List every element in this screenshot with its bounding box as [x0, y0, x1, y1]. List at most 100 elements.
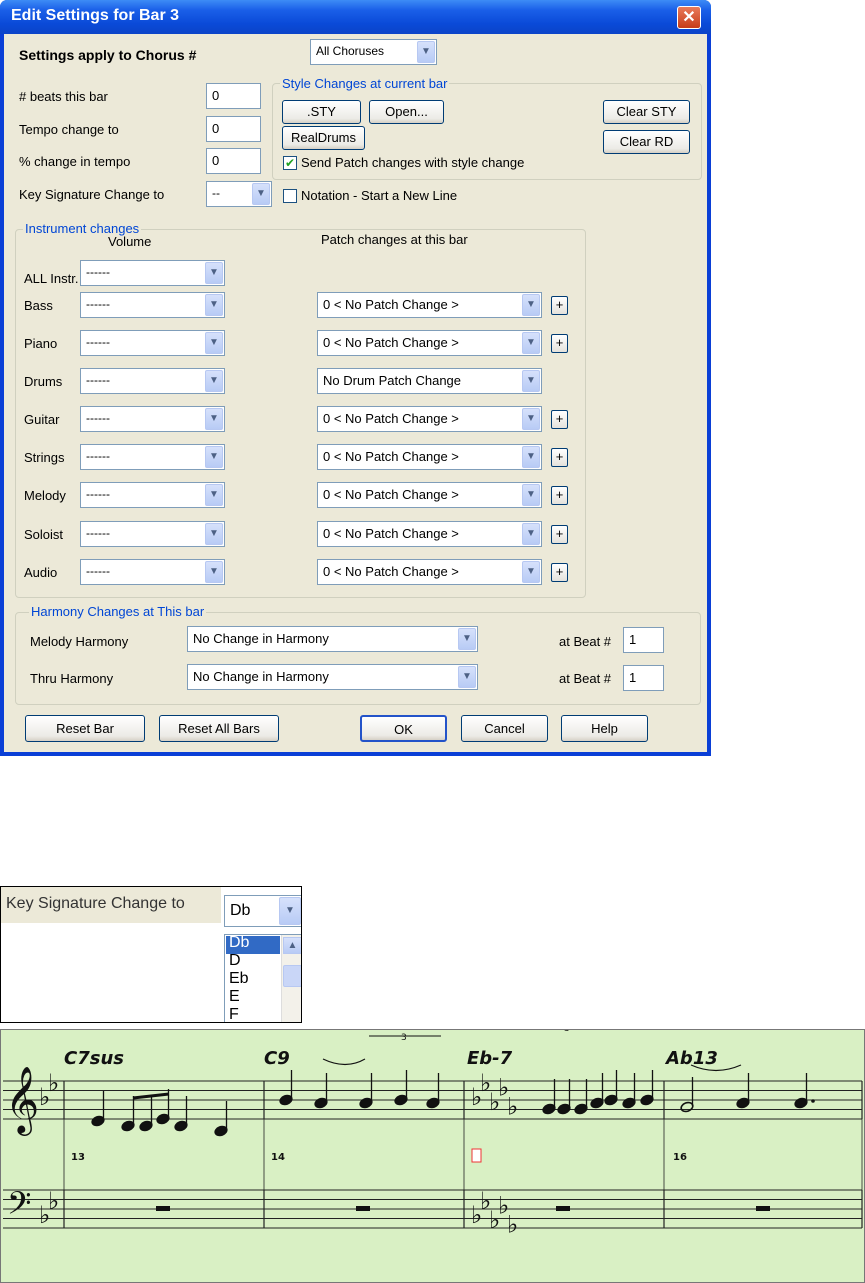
chevron-down-icon[interactable]: ▼: [205, 408, 223, 430]
half-rest: [556, 1206, 570, 1211]
clear-sty-button[interactable]: Clear STY: [603, 100, 690, 124]
chevron-down-icon[interactable]: ▼: [205, 294, 223, 316]
chevron-down-icon[interactable]: ▼: [522, 446, 540, 468]
instrument-label-melody: Melody: [24, 488, 66, 503]
keysig-option[interactable]: Db: [229, 934, 249, 952]
keysig-option[interactable]: F: [229, 1006, 239, 1022]
add-patch-button-piano[interactable]: +: [551, 334, 568, 353]
volume-select-audio[interactable]: ------ ▼: [80, 559, 225, 585]
keysig-option[interactable]: Eb: [229, 970, 249, 988]
chevron-down-icon[interactable]: ▼: [458, 666, 476, 688]
reset-bar-button[interactable]: Reset Bar: [25, 715, 145, 742]
patch-select-drums[interactable]: No Drum Patch Change ▼: [317, 368, 542, 394]
chorus-select[interactable]: All Choruses ▼: [310, 39, 437, 65]
pct-tempo-input[interactable]: 0: [206, 148, 261, 174]
keysig-option[interactable]: E: [229, 988, 240, 1006]
patch-select-soloist[interactable]: 0 < No Patch Change > ▼: [317, 521, 542, 547]
bar-number: 14: [271, 1152, 285, 1163]
chevron-down-icon[interactable]: ▼: [522, 408, 540, 430]
ok-button[interactable]: OK: [360, 715, 447, 742]
volume-select-bass[interactable]: ------ ▼: [80, 292, 225, 318]
chevron-down-icon[interactable]: ▼: [522, 484, 540, 506]
title-bar[interactable]: Edit Settings for Bar 3 ✕: [0, 0, 711, 34]
keysig-select[interactable]: -- ▼: [206, 181, 272, 207]
add-patch-button-soloist[interactable]: +: [551, 525, 568, 544]
notation-window[interactable]: 𝄞𝄢♭♭♭♭♭♭♭♭♭♭♭♭♭♭C7susC9Eb-7Ab1313141633: [0, 1029, 865, 1283]
patch-select-piano[interactable]: 0 < No Patch Change > ▼: [317, 330, 542, 356]
instrument-label-audio: Audio: [24, 565, 58, 580]
chevron-down-icon[interactable]: ▼: [522, 523, 540, 545]
help-button[interactable]: Help: [561, 715, 648, 742]
add-patch-button-bass[interactable]: +: [551, 296, 568, 315]
volume-select-soloist[interactable]: ------ ▼: [80, 521, 225, 547]
volume-select-strings[interactable]: ------ ▼: [80, 444, 225, 470]
add-patch-button-melody[interactable]: +: [551, 486, 568, 505]
keysig-options-list[interactable]: Db D Eb E F ▲: [224, 934, 301, 1022]
add-patch-button-strings[interactable]: +: [551, 448, 568, 467]
dialog-title: Edit Settings for Bar 3: [11, 7, 180, 24]
cancel-button[interactable]: Cancel: [461, 715, 548, 742]
volume-select-guitar[interactable]: ------ ▼: [80, 406, 225, 432]
add-patch-button-guitar[interactable]: +: [551, 410, 568, 429]
thru-beat-input[interactable]: 1: [623, 665, 664, 691]
volume-value: ------: [86, 265, 110, 279]
keysig-value: --: [212, 186, 220, 200]
melody-harmony-select[interactable]: No Change in Harmony ▼: [187, 626, 478, 652]
volume-select-allinstr[interactable]: ------ ▼: [80, 260, 225, 286]
chevron-down-icon[interactable]: ▼: [205, 523, 223, 545]
patch-select-bass[interactable]: 0 < No Patch Change > ▼: [317, 292, 542, 318]
keysig-label: Key Signature Change to: [19, 187, 165, 202]
thru-harmony-select[interactable]: No Change in Harmony ▼: [187, 664, 478, 690]
chevron-down-icon[interactable]: ▼: [205, 262, 223, 284]
chevron-down-icon[interactable]: ▼: [522, 370, 540, 392]
realdrums-button[interactable]: RealDrums: [282, 126, 365, 150]
close-button[interactable]: ✕: [677, 6, 701, 29]
instrument-label-guitar: Guitar: [24, 412, 60, 427]
keysig-popup-value: Db: [230, 902, 251, 919]
open-button[interactable]: Open...: [369, 100, 444, 124]
keysig-option[interactable]: D: [229, 952, 241, 970]
patch-value: 0 < No Patch Change >: [323, 335, 459, 350]
volume-select-melody[interactable]: ------ ▼: [80, 482, 225, 508]
style-group-title: Style Changes at current bar: [280, 76, 450, 91]
chevron-down-icon[interactable]: ▼: [522, 561, 540, 583]
volume-select-piano[interactable]: ------ ▼: [80, 330, 225, 356]
scrollbar-thumb[interactable]: [283, 965, 301, 987]
chevron-down-icon[interactable]: ▼: [522, 294, 540, 316]
chevron-down-icon[interactable]: ▼: [205, 561, 223, 583]
patch-select-guitar[interactable]: 0 < No Patch Change > ▼: [317, 406, 542, 432]
chevron-down-icon[interactable]: ▼: [252, 183, 270, 205]
flat-sign: ♭: [507, 1093, 518, 1121]
patch-select-audio[interactable]: 0 < No Patch Change > ▼: [317, 559, 542, 585]
send-patch-checkbox[interactable]: ✔: [283, 156, 297, 170]
melody-beat-input[interactable]: 1: [623, 627, 664, 653]
patch-value: No Drum Patch Change: [323, 373, 462, 388]
tuplet-number: 3: [401, 1033, 407, 1043]
keysig-popup-select[interactable]: Db ▼: [224, 895, 301, 927]
reset-all-bars-button[interactable]: Reset All Bars: [159, 715, 279, 742]
keysig-dropdown-popup: Key Signature Change to Db ▼ Db D Eb E F ▲: [0, 886, 302, 1023]
flat-sign: ♭: [48, 1187, 59, 1215]
add-patch-button-audio[interactable]: +: [551, 563, 568, 582]
scroll-up-arrow-icon[interactable]: ▲: [283, 937, 301, 954]
patch-select-strings[interactable]: 0 < No Patch Change > ▼: [317, 444, 542, 470]
chevron-down-icon[interactable]: ▼: [205, 332, 223, 354]
tempo-input[interactable]: 0: [206, 116, 261, 142]
chevron-down-icon[interactable]: ▼: [205, 484, 223, 506]
beats-input[interactable]: 0: [206, 83, 261, 109]
sty-button[interactable]: .STY: [282, 100, 361, 124]
chevron-down-icon[interactable]: ▼: [458, 628, 476, 650]
volume-value: ------: [86, 526, 110, 540]
melody-beat-label: at Beat #: [559, 634, 612, 649]
volume-select-drums[interactable]: ------ ▼: [80, 368, 225, 394]
patch-select-melody[interactable]: 0 < No Patch Change > ▼: [317, 482, 542, 508]
notation-newline-checkbox[interactable]: [283, 189, 297, 203]
chevron-down-icon[interactable]: ▼: [522, 332, 540, 354]
scrollbar[interactable]: ▲: [281, 935, 301, 1022]
chevron-down-icon[interactable]: ▼: [205, 446, 223, 468]
chevron-down-icon[interactable]: ▼: [279, 897, 301, 925]
chevron-down-icon[interactable]: ▼: [417, 41, 435, 63]
chevron-down-icon[interactable]: ▼: [205, 370, 223, 392]
clear-rd-button[interactable]: Clear RD: [603, 130, 690, 154]
thru-beat-label: at Beat #: [559, 671, 612, 686]
